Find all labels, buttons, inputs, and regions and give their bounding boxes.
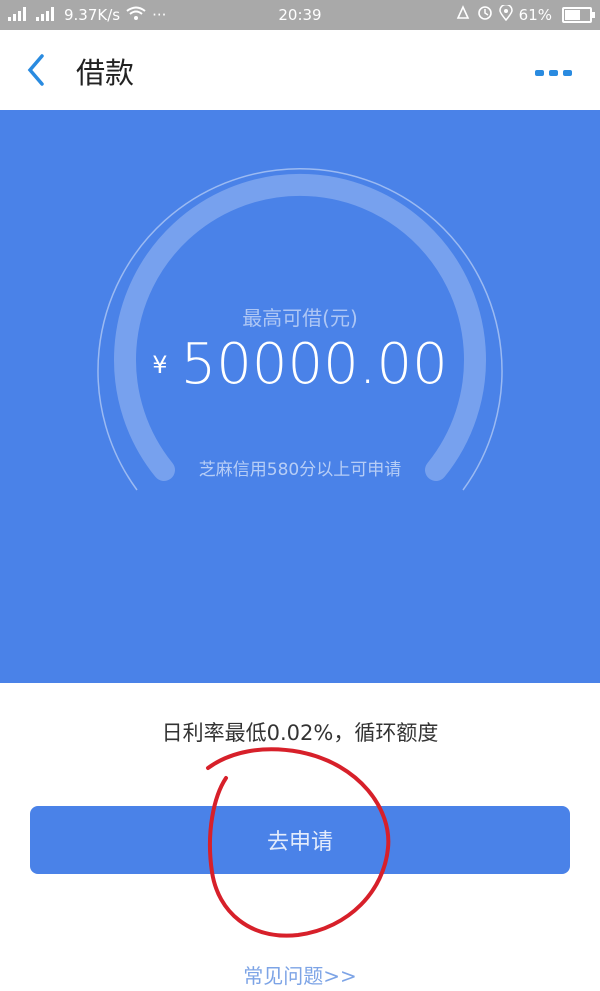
battery-percent: 61% [518, 6, 552, 24]
battery-icon [562, 7, 595, 23]
status-right: 61% [455, 0, 595, 30]
clock-icon [477, 5, 493, 25]
page-title: 借款 [76, 56, 135, 90]
alarm-icon [455, 5, 471, 25]
limit-label: 最高可借(元) [242, 306, 358, 330]
limit-amount: 50000.00 [180, 332, 448, 397]
currency-symbol: ¥ [152, 350, 168, 379]
loan-limit-panel: 最高可借(元) ¥ 50000.00 芝麻信用580分以上可申请 [0, 110, 600, 683]
battery-level [565, 10, 580, 20]
credit-requirement-note: 芝麻信用580分以上可申请 [198, 460, 402, 480]
interest-rate-text: 日利率最低0.02%，循环额度 [161, 721, 439, 745]
apply-button-label: 去申请 [266, 830, 333, 855]
limit-amount-row: ¥ 50000.00 [0, 332, 600, 397]
faq-link[interactable]: 常见问题>> [0, 960, 600, 989]
more-button[interactable] [534, 64, 574, 76]
apply-button[interactable]: 去申请 [30, 806, 570, 874]
location-icon [498, 3, 513, 25]
back-button[interactable] [22, 52, 52, 88]
status-bar: 9.37K/s ··· 20:39 61% [0, 0, 600, 30]
more-dots-icon [535, 70, 572, 76]
app-header: 借款 [0, 30, 600, 110]
chevron-left-icon [27, 54, 44, 86]
